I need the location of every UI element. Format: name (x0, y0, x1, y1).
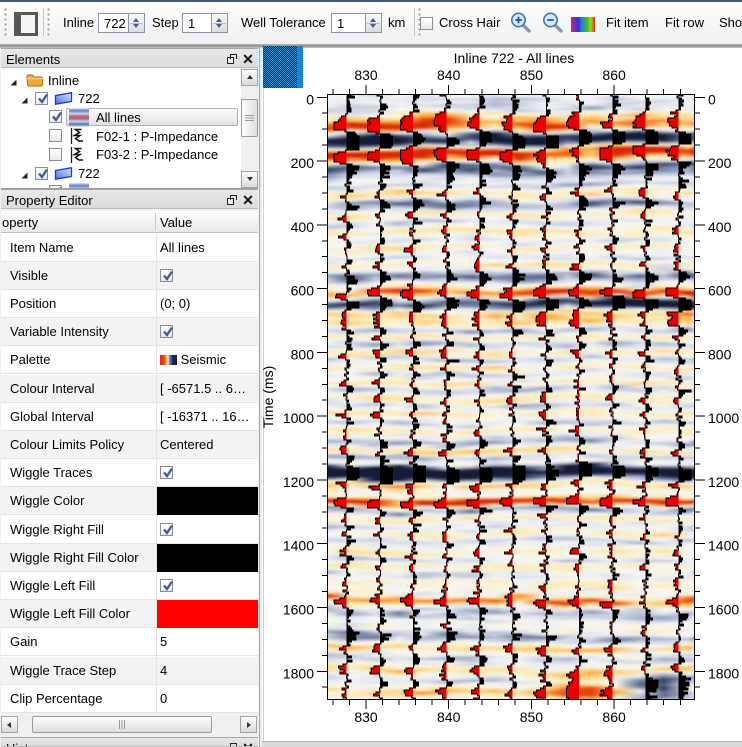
svg-text:830: 830 (354, 67, 378, 83)
svg-text:830: 830 (354, 709, 378, 725)
svg-text:1200: 1200 (708, 474, 739, 490)
svg-text:600: 600 (708, 283, 732, 299)
svg-text:1800: 1800 (708, 665, 739, 681)
svg-text:200: 200 (291, 155, 315, 171)
svg-text:Time (ms): Time (ms) (262, 366, 276, 428)
svg-text:1600: 1600 (708, 602, 739, 618)
svg-text:850: 850 (520, 67, 544, 83)
svg-text:0: 0 (306, 91, 314, 107)
svg-text:1000: 1000 (708, 410, 739, 426)
svg-text:1000: 1000 (283, 410, 314, 426)
svg-text:1200: 1200 (283, 474, 314, 490)
svg-text:400: 400 (291, 219, 315, 235)
svg-text:400: 400 (708, 219, 732, 235)
svg-text:840: 840 (437, 709, 461, 725)
svg-text:Inline 722 - All lines: Inline 722 - All lines (454, 50, 575, 66)
svg-text:800: 800 (708, 346, 732, 362)
svg-text:200: 200 (708, 155, 732, 171)
svg-text:1400: 1400 (708, 538, 739, 554)
svg-text:840: 840 (437, 67, 461, 83)
svg-text:1400: 1400 (283, 538, 314, 554)
svg-text:600: 600 (291, 283, 315, 299)
svg-text:0: 0 (708, 91, 716, 107)
svg-text:860: 860 (602, 67, 626, 83)
svg-text:1600: 1600 (283, 602, 314, 618)
svg-text:800: 800 (291, 346, 315, 362)
svg-text:1800: 1800 (283, 665, 314, 681)
svg-text:850: 850 (520, 709, 544, 725)
svg-text:860: 860 (602, 709, 626, 725)
